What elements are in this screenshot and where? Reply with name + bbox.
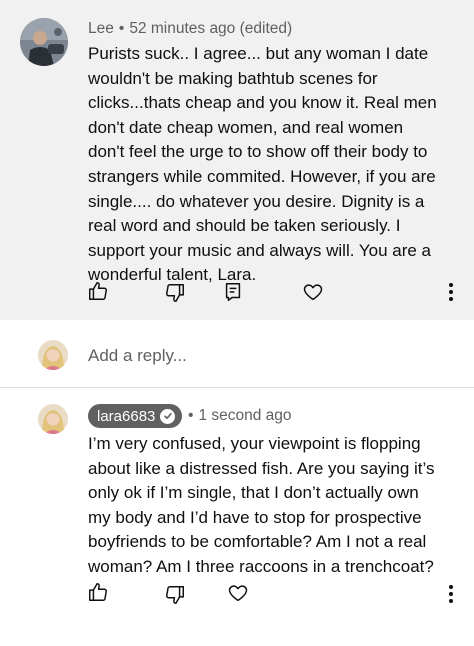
heart-button[interactable]: [301, 280, 325, 304]
meta-separator: •: [188, 407, 194, 424]
comment-more-button[interactable]: [444, 280, 458, 304]
reply-meta: • 1 second ago: [188, 407, 292, 425]
reply-text-line: only ok if I’m single, that I don’t actu…: [88, 483, 419, 503]
reply-author-badge[interactable]: lara6683: [88, 404, 183, 428]
reply-text-line: woman? Am I three raccoons in a trenchco…: [88, 556, 434, 576]
reply-heart-button[interactable]: [226, 581, 250, 605]
avatar-image: [20, 18, 68, 66]
thumbs-down-icon: [166, 284, 184, 302]
avatar-image: [38, 340, 68, 370]
comment-text-line: strangers while commited. However, if yo…: [88, 166, 436, 186]
comment-text-line: wouldn't be making bathtub scenes for: [88, 68, 378, 88]
comment-text-line: support your music and always will. You …: [88, 240, 432, 260]
dislike-button[interactable]: [163, 281, 187, 305]
comment-text-line: don't date cheap women, and real women: [88, 117, 404, 137]
avatar-lee[interactable]: [20, 18, 68, 66]
comment-author[interactable]: Lee: [88, 20, 114, 37]
comment-text-line: don't feel the urge to to show off their…: [88, 142, 428, 162]
comment-text-line: clicks...thats cheap and you know it. Re…: [88, 93, 437, 113]
reply-text-line: boyfriends to be comfortable? Am I not a…: [88, 532, 427, 552]
comment-text-line: real word and should be taken seriously.…: [88, 216, 401, 236]
thumbs-up-icon: [89, 282, 107, 300]
heart-icon: [228, 585, 248, 602]
avatar-current-user: [38, 340, 68, 370]
reply-button[interactable]: [221, 280, 245, 304]
reply-text-line: I’m very confused, your viewpoint is flo…: [88, 434, 421, 453]
comment-text-line: Purists suck.. I agree... but any woman …: [88, 44, 429, 63]
thumbs-up-icon: [89, 583, 107, 601]
reply-more-button[interactable]: [444, 582, 458, 606]
reply-timestamp: 1 second ago: [198, 407, 292, 424]
more-vertical-icon: [449, 585, 453, 603]
reply-like-button[interactable]: [86, 580, 110, 604]
like-button[interactable]: [86, 279, 110, 303]
comment-text-line: single.... do whatever you desire. Digni…: [88, 191, 425, 211]
reply-text: I’m very confused, your viewpoint is flo…: [88, 432, 468, 580]
reply-text-line: about like a distressed fish. Are you sa…: [88, 458, 435, 478]
comment-text-line: wonderful talent, Lara.: [88, 265, 257, 285]
avatar-image: [38, 404, 68, 434]
comment-timestamp: 52 minutes ago (edited): [129, 20, 293, 37]
verified-check-icon: [160, 408, 176, 424]
comment-text: Purists suck.. I agree... but any woman …: [88, 42, 468, 288]
comment-meta: Lee • 52 minutes ago (edited): [88, 20, 292, 38]
reply-input[interactable]: [88, 343, 418, 369]
more-vertical-icon: [449, 283, 453, 301]
thumbs-down-icon: [166, 586, 184, 604]
divider: [0, 387, 474, 388]
reply-dislike-button[interactable]: [163, 583, 187, 607]
heart-icon: [303, 284, 323, 301]
reply-text-line: my body and I’d have to stop for prospec…: [88, 507, 422, 527]
comment-icon: [225, 283, 241, 301]
meta-separator: •: [118, 20, 125, 37]
avatar-lara6683[interactable]: [38, 404, 68, 434]
reply-author: lara6683: [97, 407, 156, 425]
